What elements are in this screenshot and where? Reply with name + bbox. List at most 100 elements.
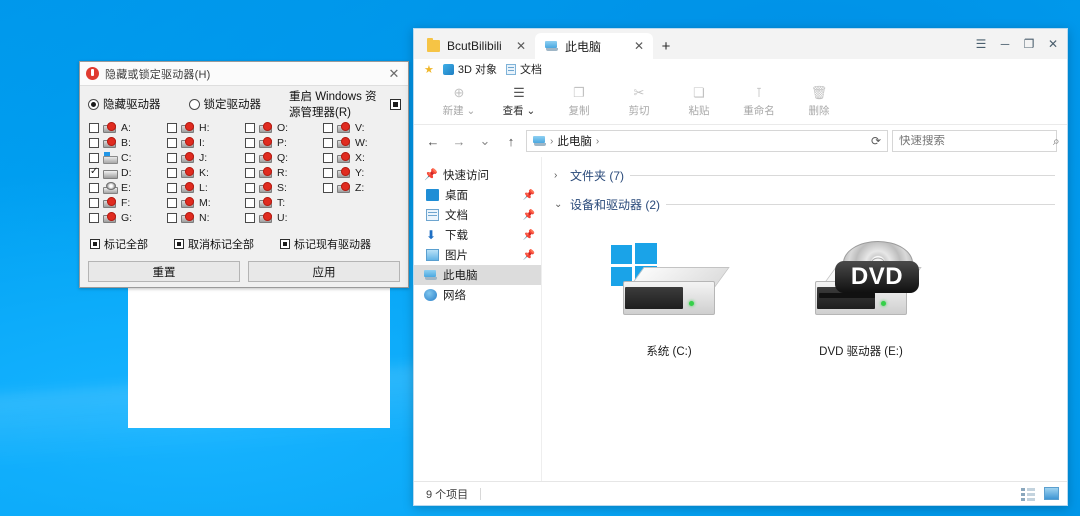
sidebar-item-3[interactable]: ⬇ 下载 📌 <box>414 225 541 245</box>
drive-checkbox-g[interactable] <box>89 212 99 223</box>
large-icons-view-icon[interactable] <box>1044 487 1059 500</box>
command-view[interactable]: ☰ 查看 ⌄ <box>496 85 542 118</box>
drive-row-e[interactable]: E: <box>89 180 167 195</box>
details-view-icon[interactable] <box>1021 487 1036 500</box>
minimize-button[interactable]: ─ <box>993 32 1017 56</box>
back-button[interactable]: ← <box>422 130 444 152</box>
breadcrumb-this-pc[interactable]: 此电脑 <box>557 133 592 149</box>
chevron-right-icon[interactable]: › <box>554 170 564 181</box>
mark-button-1[interactable]: 取消标记全部 <box>174 236 254 252</box>
pin-icon[interactable]: 📌 <box>523 190 535 201</box>
drive-row-a[interactable]: A: <box>89 120 167 135</box>
drive-row-t[interactable]: T: <box>245 195 323 210</box>
mark-button-2[interactable]: 标记现有驱动器 <box>280 236 371 252</box>
qat-documents[interactable]: 文档 <box>506 61 542 77</box>
pin-icon[interactable]: 📌 <box>523 210 535 221</box>
sidebar-item-5[interactable]: 此电脑 <box>414 265 541 285</box>
command-cut[interactable]: ✂ 剪切 <box>616 85 662 118</box>
drive-checkbox-d[interactable] <box>89 166 99 178</box>
drive-checkbox-m[interactable] <box>167 197 177 208</box>
drive-checkbox-z[interactable] <box>323 182 333 193</box>
tab-1[interactable]: BcutBilibili ✕ <box>417 33 535 59</box>
forward-button[interactable]: → <box>448 130 470 152</box>
drive-row-d[interactable]: D: <box>89 165 167 180</box>
drive-checkbox-u[interactable] <box>245 212 255 223</box>
chevron-down-icon[interactable]: ⌄ <box>554 199 564 210</box>
drive-checkbox-a[interactable] <box>89 122 99 133</box>
drive-row-h[interactable]: H: <box>167 120 245 135</box>
drive-checkbox-h[interactable] <box>167 122 177 133</box>
pin-icon[interactable]: 📌 <box>523 230 535 241</box>
pin-icon[interactable]: 📌 <box>523 250 535 261</box>
sidebar-item-6[interactable]: 网络 <box>414 285 541 305</box>
drive-tile-system-c[interactable]: 系统 (C:) <box>594 243 744 359</box>
group-devices-and-drives[interactable]: ⌄ 设备和驱动器 (2) <box>554 196 1055 213</box>
drive-checkbox-c[interactable] <box>89 152 99 163</box>
tab-close-button[interactable]: ✕ <box>513 39 529 53</box>
search-box[interactable]: ⌕ <box>892 130 1060 152</box>
drive-row-m[interactable]: M: <box>167 195 245 210</box>
maximize-button[interactable]: ❐ <box>1017 32 1041 56</box>
hide-drives-radio[interactable] <box>88 98 99 110</box>
command-delete[interactable]: 🗑 删除 <box>796 85 842 118</box>
close-button[interactable]: ✕ <box>1041 32 1065 56</box>
drive-row-r[interactable]: R: <box>245 165 323 180</box>
qat-3d-objects[interactable]: 3D 对象 <box>442 61 497 77</box>
drive-row-j[interactable]: J: <box>167 150 245 165</box>
drive-checkbox-i[interactable] <box>167 137 177 148</box>
recent-locations-button[interactable]: ⌄ <box>474 130 496 152</box>
refresh-button[interactable]: ⟳ <box>871 134 881 148</box>
tab-2[interactable]: 此电脑 ✕ <box>535 33 653 59</box>
menu-icon[interactable]: ☰ <box>969 32 993 56</box>
drive-row-c[interactable]: C: <box>89 150 167 165</box>
sidebar-item-2[interactable]: 文档 📌 <box>414 205 541 225</box>
drive-checkbox-e[interactable] <box>89 182 99 193</box>
new-tab-button[interactable]: + <box>653 33 679 59</box>
apply-button[interactable]: 应用 <box>248 261 400 282</box>
up-button[interactable]: ↑ <box>500 130 522 152</box>
drive-checkbox-o[interactable] <box>245 122 255 133</box>
drive-row-p[interactable]: P: <box>245 135 323 150</box>
group-folders[interactable]: › 文件夹 (7) <box>554 167 1055 184</box>
command-copy[interactable]: ❐ 复制 <box>556 85 602 118</box>
drive-checkbox-k[interactable] <box>167 167 177 178</box>
drive-row-q[interactable]: Q: <box>245 150 323 165</box>
drive-checkbox-q[interactable] <box>245 152 255 163</box>
drive-row-b[interactable]: B: <box>89 135 167 150</box>
command-rename[interactable]: ⊺ 重命名 <box>736 85 782 118</box>
drive-checkbox-t[interactable] <box>245 197 255 208</box>
restart-explorer-button[interactable] <box>390 98 401 110</box>
drive-checkbox-j[interactable] <box>167 152 177 163</box>
drive-row-v[interactable]: V: <box>323 120 401 135</box>
drive-checkbox-l[interactable] <box>167 182 177 193</box>
sidebar-item-0[interactable]: 📌 快速访问 <box>414 165 541 185</box>
command-new[interactable]: ⊕ 新建 ⌄ <box>436 85 482 118</box>
drive-row-n[interactable]: N: <box>167 210 245 225</box>
drive-checkbox-n[interactable] <box>167 212 177 223</box>
command-paste[interactable]: ❏ 粘贴 <box>676 85 722 118</box>
drive-tile-dvd-e[interactable]: DVD DVD 驱动器 (E:) <box>786 241 936 359</box>
lock-drives-radio[interactable] <box>188 98 200 110</box>
search-input[interactable] <box>899 135 1053 147</box>
drive-row-o[interactable]: O: <box>245 120 323 135</box>
drive-row-s[interactable]: S: <box>245 180 323 195</box>
drive-checkbox-y[interactable] <box>323 167 333 178</box>
sidebar-item-1[interactable]: 桌面 📌 <box>414 185 541 205</box>
drive-checkbox-x[interactable] <box>323 152 333 163</box>
drive-checkbox-f[interactable] <box>89 197 99 208</box>
drive-checkbox-w[interactable] <box>323 137 333 148</box>
drive-row-g[interactable]: G: <box>89 210 167 225</box>
drive-row-k[interactable]: K: <box>167 165 245 180</box>
drive-checkbox-p[interactable] <box>245 137 255 148</box>
drive-row-u[interactable]: U: <box>245 210 323 225</box>
tab-close-button[interactable]: ✕ <box>631 39 647 53</box>
drive-checkbox-b[interactable] <box>89 137 99 148</box>
dialog-close-button[interactable]: ✕ <box>386 66 402 82</box>
drive-checkbox-r[interactable] <box>245 167 255 178</box>
drive-checkbox-s[interactable] <box>245 182 255 193</box>
drive-row-x[interactable]: X: <box>323 150 401 165</box>
drive-row-z[interactable]: Z: <box>323 180 401 195</box>
drive-row-l[interactable]: L: <box>167 180 245 195</box>
breadcrumb-separator[interactable]: › <box>596 136 599 147</box>
mark-button-0[interactable]: 标记全部 <box>90 236 148 252</box>
